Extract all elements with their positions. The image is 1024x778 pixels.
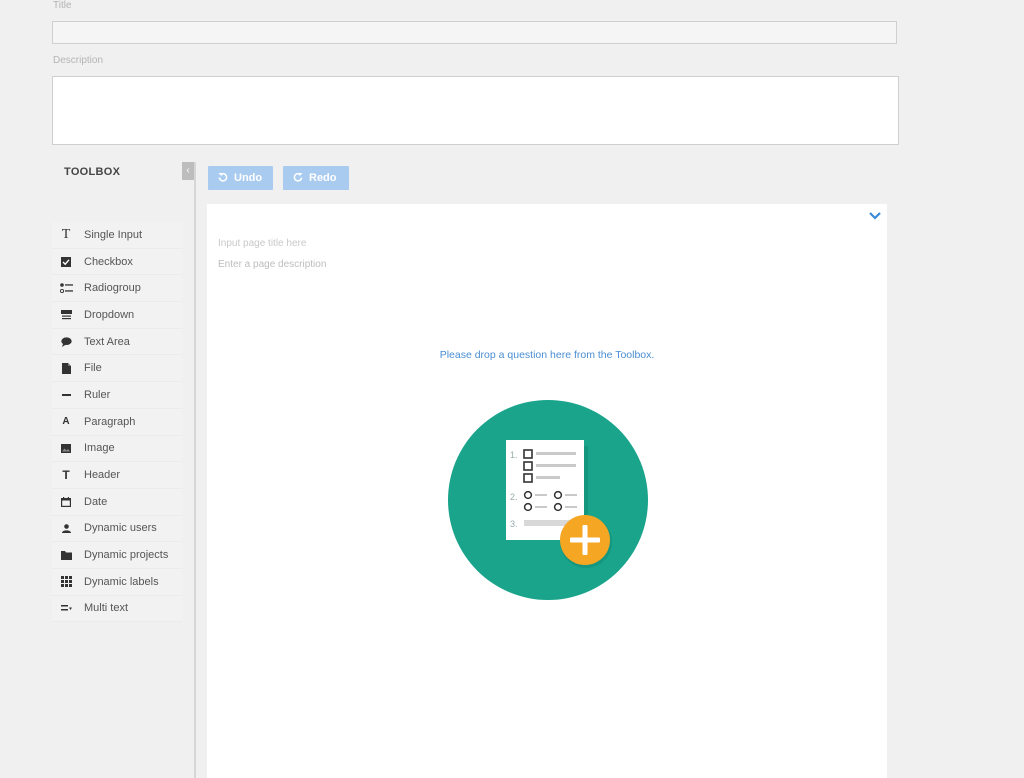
comment-icon bbox=[53, 336, 79, 347]
multi-text-icon bbox=[53, 604, 79, 612]
image-icon bbox=[53, 443, 79, 453]
tool-multi-text[interactable]: Multi text bbox=[52, 595, 182, 623]
tool-file[interactable]: File bbox=[52, 355, 182, 383]
tool-label: Text Area bbox=[84, 335, 130, 348]
undo-button[interactable]: Undo bbox=[208, 166, 273, 190]
page-title-input[interactable]: Input page title here bbox=[218, 238, 306, 249]
illustration-number: 2. bbox=[510, 492, 518, 502]
dropdown-icon bbox=[53, 309, 79, 320]
tool-label: Header bbox=[84, 469, 121, 482]
tool-text-area[interactable]: Text Area bbox=[52, 328, 182, 356]
tool-dynamic-projects[interactable]: Dynamic projects bbox=[52, 542, 182, 569]
header-icon: T bbox=[62, 468, 70, 483]
tool-label: Dynamic projects bbox=[84, 549, 169, 562]
tool-ruler[interactable]: Ruler bbox=[52, 382, 182, 409]
tool-date[interactable]: Date bbox=[52, 488, 182, 516]
redo-icon bbox=[293, 172, 303, 185]
redo-button[interactable]: Redo bbox=[283, 166, 349, 190]
undo-icon bbox=[218, 172, 228, 185]
checkbox-icon bbox=[53, 256, 79, 267]
tool-single-input[interactable]: T Single Input bbox=[52, 222, 182, 249]
text-icon: T bbox=[61, 226, 71, 242]
radiogroup-icon bbox=[53, 283, 79, 294]
page-description-input[interactable]: Enter a page description bbox=[218, 259, 326, 270]
ruler-icon bbox=[53, 393, 79, 397]
tool-dynamic-labels[interactable]: Dynamic labels bbox=[52, 568, 182, 596]
tool-label: Paragraph bbox=[84, 415, 136, 428]
paragraph-icon: A bbox=[62, 416, 70, 428]
tool-label: File bbox=[84, 362, 102, 375]
tool-label: Single Input bbox=[84, 228, 143, 241]
tool-dynamic-users[interactable]: Dynamic users bbox=[52, 515, 182, 543]
tool-paragraph[interactable]: A Paragraph bbox=[52, 408, 182, 436]
toolbox-title: TOOLBOX bbox=[64, 166, 121, 178]
tool-radiogroup[interactable]: Radiogroup bbox=[52, 275, 182, 303]
collapse-left-icon[interactable]: ‹ bbox=[182, 162, 194, 180]
drop-zone-message: Please drop a question here from the Too… bbox=[439, 349, 655, 361]
tool-checkbox[interactable]: Checkbox bbox=[52, 248, 182, 276]
illustration-number: 1. bbox=[510, 450, 518, 460]
tool-label: Radiogroup bbox=[84, 282, 141, 295]
grid-icon bbox=[53, 576, 79, 588]
designer-canvas[interactable]: Input page title here Enter a page descr… bbox=[207, 204, 887, 778]
description-label: Description bbox=[53, 55, 104, 66]
tool-label: Dynamic users bbox=[84, 522, 157, 535]
title-label: Title bbox=[53, 0, 72, 11]
tool-label: Date bbox=[84, 495, 108, 508]
tool-label: Dropdown bbox=[84, 308, 135, 321]
folder-icon bbox=[53, 550, 79, 560]
tool-image[interactable]: Image bbox=[52, 435, 182, 463]
tool-dropdown[interactable]: Dropdown bbox=[52, 302, 182, 329]
tool-label: Dynamic labels bbox=[84, 575, 159, 588]
toolbox-list: T Single Input Checkbox Radiogroup Dropd… bbox=[52, 222, 182, 623]
redo-label: Redo bbox=[309, 172, 337, 184]
file-icon bbox=[53, 362, 79, 374]
survey-add-illustration: 1. 2. 3. bbox=[448, 400, 648, 600]
tool-header[interactable]: T Header bbox=[52, 462, 182, 489]
user-icon bbox=[53, 524, 79, 533]
tool-label: Checkbox bbox=[84, 255, 133, 268]
toolbox-divider[interactable] bbox=[194, 162, 196, 778]
chevron-down-icon[interactable] bbox=[869, 212, 881, 220]
description-field[interactable] bbox=[52, 76, 899, 145]
tool-label: Image bbox=[84, 442, 115, 455]
tool-label: Ruler bbox=[84, 388, 111, 401]
undo-label: Undo bbox=[234, 172, 263, 184]
illustration-number: 3. bbox=[510, 519, 518, 529]
title-field[interactable] bbox=[52, 21, 897, 44]
calendar-icon bbox=[53, 496, 79, 507]
tool-label: Multi text bbox=[84, 602, 129, 615]
